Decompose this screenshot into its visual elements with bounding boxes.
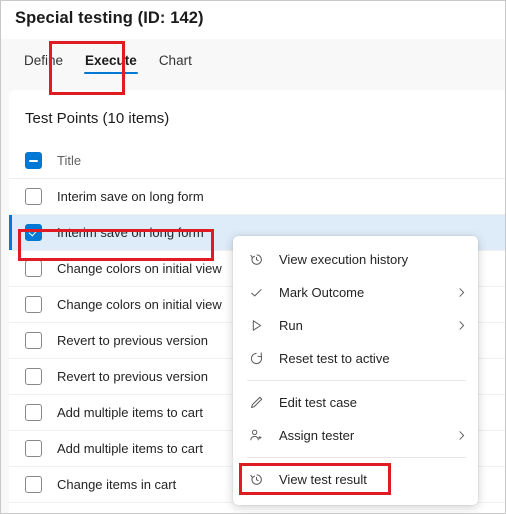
card-title: Test Points (10 items) [25,110,170,127]
tab-strip: Define Execute Chart [1,39,505,87]
history-icon [247,251,265,269]
menu-item-label: Run [279,318,303,333]
menu-item-mark-outcome[interactable]: Mark Outcome [233,276,478,309]
select-all-checkbox[interactable] [25,151,42,169]
test-point-checkbox[interactable] [25,260,42,277]
test-point-checkbox[interactable] [25,404,42,421]
menu-item-view-execution-history[interactable]: View execution history [233,243,478,276]
test-point-checkbox[interactable] [25,224,42,241]
test-point-checkbox[interactable] [25,368,42,385]
menu-item-label: View execution history [279,252,409,267]
tab-define-label: Define [24,53,64,68]
menu-item-label: Edit test case [279,395,358,410]
page-header: Special testing (ID: 142) [1,1,505,39]
test-point-label: Add multiple items to cart [57,441,203,456]
play-icon [247,317,265,335]
menu-item-label: Assign tester [279,428,355,443]
test-point-label: Interim save on long form [57,225,204,240]
chevron-right-icon [455,319,468,332]
menu-separator-2 [247,457,466,458]
context-menu: View execution history Mark Outcome Run … [233,236,478,505]
test-point-label: Change colors on initial view [57,297,222,312]
column-header-title: Title [57,152,82,168]
test-point-checkbox[interactable] [25,296,42,313]
tab-selected-underline [84,71,138,74]
tab-chart-label: Chart [158,53,192,68]
tab-define[interactable]: Define [13,39,74,87]
test-point-checkbox[interactable] [25,440,42,457]
menu-item-reset-test-to-active[interactable]: Reset test to active [233,342,478,375]
history-icon [247,471,265,489]
refresh-icon [247,350,265,368]
menu-item-label: Mark Outcome [279,285,365,300]
menu-item-label: Reset test to active [279,351,390,366]
checkmark-icon [247,284,265,302]
menu-item-view-test-result[interactable]: View test result [233,463,478,496]
menu-item-run[interactable]: Run [233,309,478,342]
page-title: Special testing (ID: 142) [15,9,204,27]
test-point-label: Change colors on initial view [57,261,222,276]
test-point-label: Interim save on long form [57,189,204,204]
tab-execute-label: Execute [85,53,137,68]
test-point-label: Revert to previous version [57,369,209,384]
app-window: Special testing (ID: 142) Define Execute… [0,0,506,514]
test-point-checkbox[interactable] [25,188,42,205]
pencil-icon [247,394,265,412]
person-add-icon [247,427,265,445]
chevron-right-icon [455,286,468,299]
test-point-label: Revert to previous version [57,333,209,348]
test-point-label: Change items in cart [57,477,177,492]
menu-item-assign-tester[interactable]: Assign tester [233,419,478,452]
tab-execute[interactable]: Execute [74,39,148,87]
test-point-checkbox[interactable] [25,332,42,349]
menu-item-edit-test-case[interactable]: Edit test case [233,386,478,419]
menu-separator-1 [247,380,466,381]
tab-chart[interactable]: Chart [148,39,203,87]
test-point-label: Add multiple items to cart [57,405,203,420]
chevron-right-icon [455,429,468,442]
menu-item-label: View test result [279,472,367,487]
test-point-row[interactable]: Interim save on long form [9,179,505,215]
grid-header-row: Title [9,142,505,179]
test-point-checkbox[interactable] [25,476,42,493]
